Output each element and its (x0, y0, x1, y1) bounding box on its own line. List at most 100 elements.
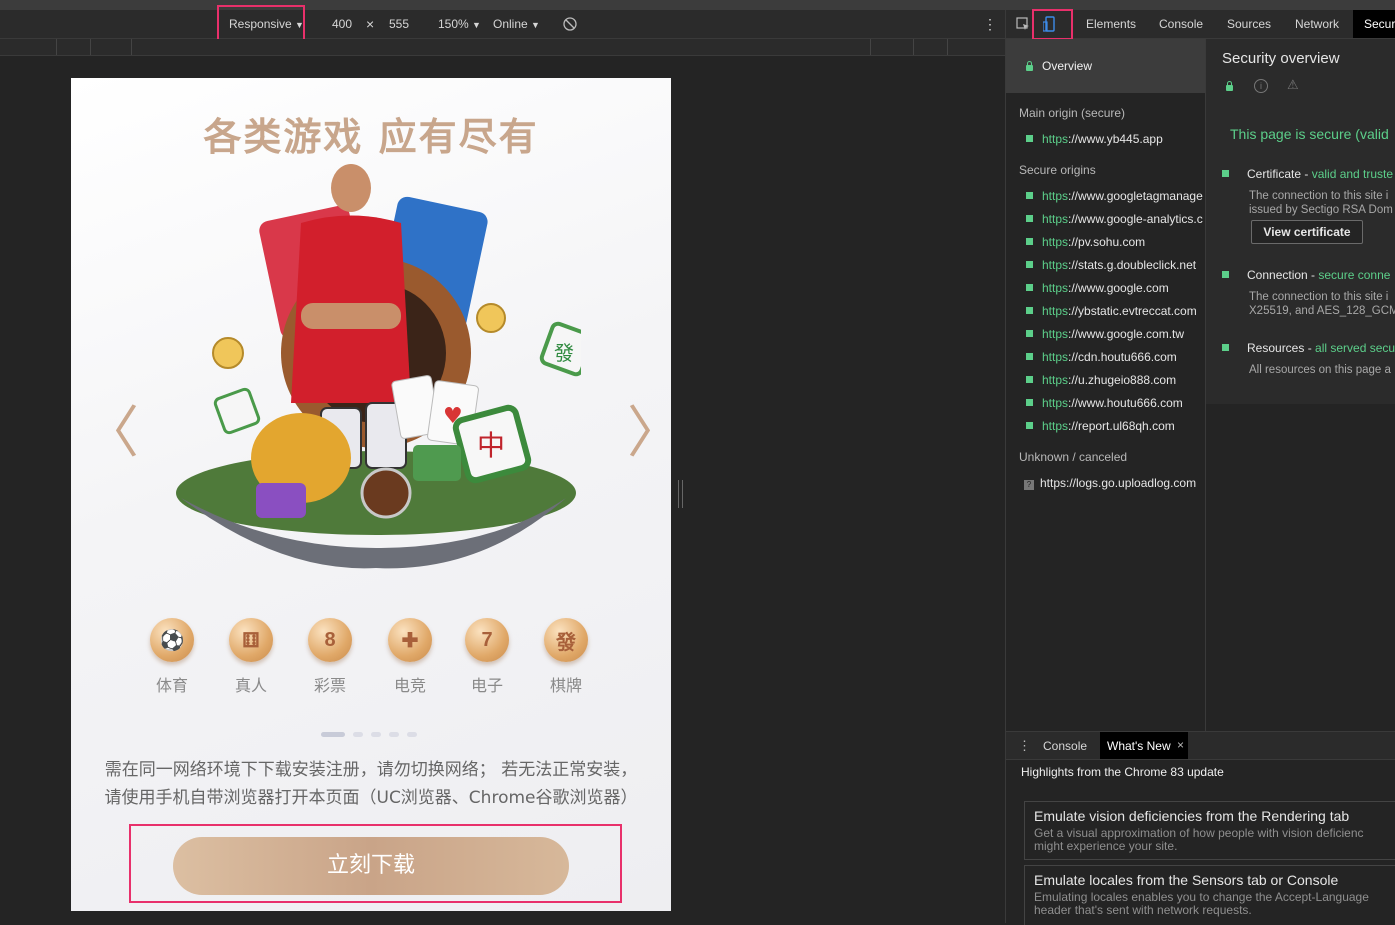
dropdown-arrow-icon: ▼ (472, 20, 481, 30)
origin-host: ://www.yb445.app (1068, 132, 1163, 146)
origin-item[interactable]: https://www.google.com (1026, 281, 1169, 295)
drawer-tabbar: ⋮ Console What's New × (1006, 732, 1395, 760)
info-icon: i (1254, 79, 1268, 93)
category-slots[interactable]: 7 电子 (457, 618, 517, 696)
category-sports[interactable]: ⚽ 体育 (142, 618, 202, 696)
network-select[interactable]: Online ▼ (493, 10, 540, 38)
origin-host: ://stats.g.doubleclick.net (1068, 258, 1197, 272)
card-title: Emulate vision deficiencies from the Ren… (1034, 808, 1350, 824)
pagination-dot[interactable] (353, 732, 363, 737)
origin-scheme: https (1042, 373, 1069, 387)
rotate-icon[interactable] (563, 10, 577, 38)
width-input[interactable]: 400 (332, 10, 352, 38)
window-top-strip (0, 0, 1395, 10)
carousel-next-arrow[interactable]: 〉 (627, 388, 671, 469)
close-icon[interactable]: × (1177, 738, 1184, 752)
certificate-label: Certificate - (1247, 167, 1312, 181)
resize-handle[interactable] (678, 480, 683, 508)
unknown-icon: ? (1024, 480, 1034, 490)
height-input[interactable]: 555 (389, 10, 409, 38)
origin-scheme: https (1042, 304, 1069, 318)
lock-icon (1226, 81, 1233, 91)
view-certificate-button[interactable]: View certificate (1251, 220, 1363, 244)
secure-square-icon (1026, 422, 1033, 429)
origin-host: ://www.houtu666.com (1068, 396, 1183, 410)
connection-desc: X25519, and AES_128_GCM (1249, 305, 1395, 317)
resources-label: Resources - (1247, 341, 1316, 355)
gamepad-icon: ✚ (388, 618, 432, 662)
secure-square-icon (1026, 399, 1033, 406)
drawer-tab-console[interactable]: Console (1043, 739, 1087, 753)
pagination-dot[interactable] (407, 732, 417, 737)
notice-line: 需在同一网络环境下下载安装注册，请勿切换网络； 若无法正常安装， (104, 760, 638, 780)
pagination-dot-active[interactable] (321, 732, 345, 737)
origin-scheme: https (1042, 419, 1069, 433)
highlight-box (1032, 9, 1073, 40)
hero-banner-image: ♥ 中 發 (176, 164, 581, 569)
category-esports[interactable]: ✚ 电竞 (380, 618, 440, 696)
notice-line: 请使用手机自带浏览器打开本页面（UC浏览器、Chrome谷歌浏览器） (104, 788, 638, 808)
origin-item[interactable]: https://stats.g.doubleclick.net (1026, 258, 1196, 272)
origin-scheme: https (1042, 350, 1069, 364)
slot-machine-icon: 7 (465, 618, 509, 662)
pagination-dot[interactable] (371, 732, 381, 737)
origin-item[interactable]: https://pv.sohu.com (1026, 235, 1145, 249)
origin-host: ://logs.go.uploadlog.com (1066, 476, 1197, 490)
connection-label: Connection - (1247, 268, 1319, 282)
highlight-box (129, 824, 622, 903)
origin-item[interactable]: https://www.google-analytics.c (1026, 212, 1203, 226)
category-label: 体育 (155, 676, 188, 695)
origin-host: ://pv.sohu.com (1068, 235, 1146, 249)
origin-host: ://www.google.com (1068, 281, 1169, 295)
tab-network[interactable]: Network (1295, 10, 1339, 38)
origin-item[interactable]: https://report.ul68qh.com (1026, 419, 1175, 433)
origin-item[interactable]: https://www.googletagmanage (1026, 189, 1203, 203)
dimension-times: × (366, 16, 375, 32)
resources-desc: All resources on this page a (1249, 364, 1391, 376)
secure-square-icon (1026, 238, 1033, 245)
origin-item[interactable]: https://www.houtu666.com (1026, 396, 1183, 410)
drawer-menu-icon[interactable]: ⋮ (1018, 738, 1031, 754)
origin-item[interactable]: https://u.zhugeio888.com (1026, 373, 1176, 387)
security-overview-title: Security overview (1222, 50, 1340, 67)
card-desc: Get a visual approximation of how people… (1034, 827, 1364, 853)
secure-square-icon (1026, 307, 1033, 314)
zoom-select[interactable]: 150% ▼ (438, 10, 481, 38)
card-title: Emulate locales from the Sensors tab or … (1034, 872, 1339, 888)
devtools-tabbar: Elements Console Sources Network Secur (1006, 9, 1395, 40)
origin-item[interactable]: ? https://logs.go.uploadlog.com (1024, 476, 1196, 490)
origin-item[interactable]: https://www.yb445.app (1026, 132, 1163, 146)
mahjong-tile (213, 387, 261, 435)
carousel-prev-arrow[interactable]: 〈 (83, 388, 139, 469)
tab-sources[interactable]: Sources (1227, 10, 1271, 38)
secure-square-icon (1222, 170, 1229, 177)
whats-new-heading: Highlights from the Chrome 83 update (1021, 765, 1224, 779)
whats-new-card[interactable]: Emulate locales from the Sensors tab or … (1024, 865, 1395, 925)
category-label: 真人 (234, 676, 267, 695)
origin-item[interactable]: https://cdn.houtu666.com (1026, 350, 1177, 364)
category-label: 电竞 (393, 676, 426, 695)
tab-console[interactable]: Console (1159, 10, 1203, 38)
tab-elements[interactable]: Elements (1086, 10, 1136, 38)
whats-new-card[interactable]: Emulate vision deficiencies from the Ren… (1024, 801, 1395, 860)
drawer-tab-whats-new[interactable]: What's New × (1100, 732, 1188, 759)
ruler-segment (870, 39, 871, 55)
origin-item[interactable]: https://ybstatic.evtreccat.com (1026, 304, 1197, 318)
origin-host: ://www.google.com.tw (1068, 327, 1185, 341)
more-options-icon[interactable]: ⋮ (983, 10, 997, 38)
ruler-segment (56, 39, 57, 55)
pagination-dot[interactable] (389, 732, 399, 737)
category-lottery[interactable]: 8 彩票 (300, 618, 360, 696)
security-overview-panel: Security overview i ⚠ This page is secur… (1206, 39, 1395, 404)
overview-label: Overview (1042, 59, 1093, 73)
category-live[interactable]: ⚅ 真人 (221, 618, 281, 696)
tab-security[interactable]: Secur (1353, 10, 1395, 38)
inspect-element-icon[interactable] (1016, 10, 1030, 38)
secure-square-icon (1026, 353, 1033, 360)
origin-item[interactable]: https://www.google.com.tw (1026, 327, 1184, 341)
category-label: 棋牌 (549, 676, 582, 695)
category-cards[interactable]: 發 棋牌 (536, 618, 596, 696)
origin-scheme: https (1042, 212, 1069, 226)
secure-square-icon (1026, 261, 1033, 268)
sidebar-item-overview[interactable]: Overview (1006, 39, 1205, 93)
